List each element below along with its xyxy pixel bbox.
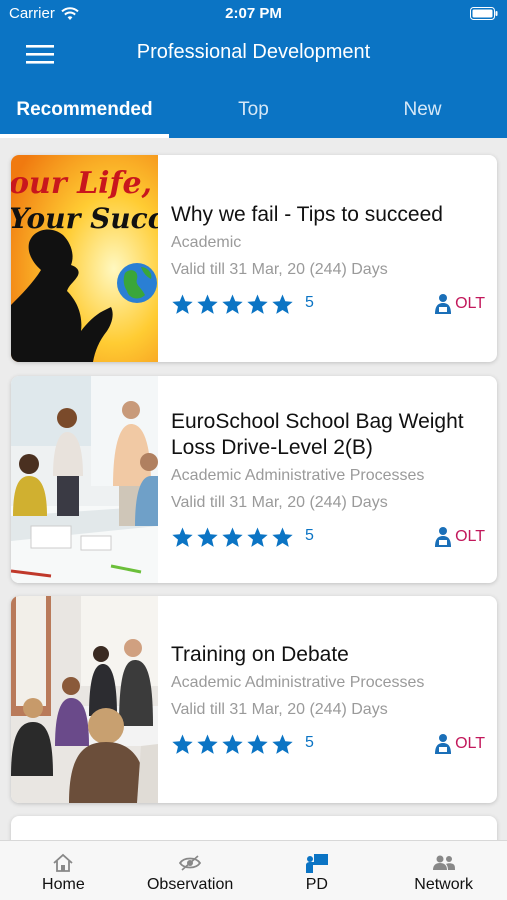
course-validity: Valid till 31 Mar, 20 (244) Days xyxy=(171,494,388,511)
network-icon xyxy=(432,855,455,870)
nav-observation[interactable]: Observation xyxy=(127,841,254,900)
trainer-icon xyxy=(435,527,452,547)
course-title: Training on Debate xyxy=(171,643,349,666)
status-bar: Carrier 2:07 PM xyxy=(0,0,507,28)
rating-value: 5 xyxy=(305,294,314,311)
course-validity: Valid till 31 Mar, 20 (244) Days xyxy=(171,701,388,718)
course-category: Academic xyxy=(171,234,242,251)
tab-top[interactable]: Top xyxy=(169,80,338,138)
course-info: EuroSchool School Bag Weight Loss Drive-… xyxy=(171,409,485,512)
course-card[interactable]: our Life, Your Succes Why we fail - Tips… xyxy=(11,155,497,362)
course-validity: Valid till 31 Mar, 20 (244) Days xyxy=(171,261,388,278)
star-icon xyxy=(172,734,193,754)
star-icon xyxy=(172,294,193,314)
star-rating xyxy=(171,293,294,316)
rating-value: 5 xyxy=(305,734,314,751)
star-icon xyxy=(272,294,293,314)
olt-badge: OLT xyxy=(434,293,485,315)
star-icon xyxy=(247,294,268,314)
star-icon xyxy=(247,527,268,547)
course-meta: 5 OLT xyxy=(171,733,485,757)
course-thumbnail xyxy=(11,376,158,583)
nav-observation-label: Observation xyxy=(146,876,234,893)
bottom-nav: Home Observation PD Network xyxy=(0,840,507,900)
olt-badge: OLT xyxy=(434,526,485,548)
nav-network-label: Network xyxy=(414,876,473,893)
nav-home-label: Home xyxy=(42,876,85,893)
star-icon xyxy=(247,734,268,754)
tab-recommended[interactable]: Recommended xyxy=(0,80,169,138)
course-meta: 5 OLT xyxy=(171,526,485,550)
svg-text:our Life,: our Life, xyxy=(11,166,152,201)
course-info: Why we fail - Tips to succeed Academic V… xyxy=(171,202,485,279)
nav-pd[interactable]: PD xyxy=(254,841,381,900)
star-icon xyxy=(172,527,193,547)
star-icon xyxy=(272,734,293,754)
home-icon xyxy=(53,853,73,872)
clock: 2:07 PM xyxy=(225,5,282,22)
pd-icon xyxy=(305,854,328,873)
course-card[interactable]: Training on Debate Academic Administrati… xyxy=(11,596,497,803)
star-icon xyxy=(222,294,243,314)
badge-label: OLT xyxy=(455,295,485,312)
star-icon xyxy=(197,294,218,314)
trainer-icon xyxy=(435,294,452,314)
course-card[interactable]: EuroSchool School Bag Weight Loss Drive-… xyxy=(11,376,497,583)
page-title: Professional Development xyxy=(136,41,371,63)
tab-bar: Recommended Top New xyxy=(0,80,507,138)
course-category: Academic Administrative Processes xyxy=(171,674,425,691)
star-icon xyxy=(197,734,218,754)
star-icon xyxy=(272,527,293,547)
star-rating xyxy=(171,526,294,549)
course-title: EuroSchool School Bag Weight Loss Drive-… xyxy=(171,410,464,459)
battery-icon xyxy=(470,7,498,20)
nav-home[interactable]: Home xyxy=(0,841,127,900)
course-meta: 5 OLT xyxy=(171,293,485,317)
nav-network[interactable]: Network xyxy=(380,841,507,900)
observation-icon xyxy=(179,855,202,871)
svg-text:Your Succes: Your Succes xyxy=(11,202,158,235)
course-thumbnail: our Life, Your Succes xyxy=(11,155,158,362)
star-rating xyxy=(171,733,294,756)
tab-new[interactable]: New xyxy=(338,80,507,138)
course-title: Why we fail - Tips to succeed xyxy=(171,203,443,226)
nav-pd-label: PD xyxy=(305,876,328,893)
trainer-icon xyxy=(435,734,452,754)
star-icon xyxy=(222,527,243,547)
badge-label: OLT xyxy=(455,735,485,752)
olt-badge: OLT xyxy=(434,733,485,755)
star-icon xyxy=(222,734,243,754)
rating-value: 5 xyxy=(305,527,314,544)
star-icon xyxy=(197,527,218,547)
course-category: Academic Administrative Processes xyxy=(171,467,425,484)
header: Professional Development xyxy=(0,28,507,80)
course-thumbnail xyxy=(11,596,158,803)
badge-label: OLT xyxy=(455,528,485,545)
course-info: Training on Debate Academic Administrati… xyxy=(171,642,485,719)
